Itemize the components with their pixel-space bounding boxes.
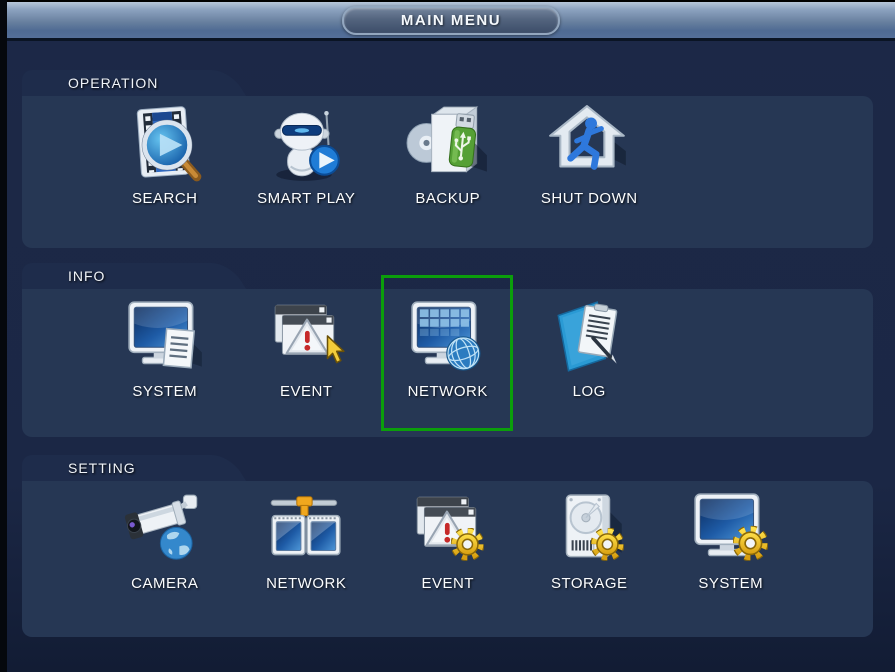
menu-item-label: SHUT DOWN [540,190,638,207]
menu-item-camera[interactable]: CAMERA [94,487,236,592]
menu-item-label: SMART PLAY [257,190,356,207]
menu-item-system-setting[interactable]: SYSTEM [660,487,802,592]
system-setting-icon [688,487,774,573]
menu-item-network-setting[interactable]: NETWORK [236,487,378,592]
menu-item-label: LOG [572,383,606,400]
menu-item-label: SEARCH [131,190,198,207]
menu-item-label: NETWORK [266,575,347,592]
menu-item-search[interactable]: SEARCH [94,102,236,207]
menu-item-system-info[interactable]: SYSTEM [94,295,236,400]
menu-item-label: EVENT [421,575,474,592]
page-title: MAIN MENU [400,12,502,29]
menu-item-label: NETWORK [407,383,488,400]
log-icon [546,295,632,381]
title-bar: MAIN MENU [7,2,895,41]
section-operation-panel: SEARCH SMART PLAY BACKUP SHUT DOWN [22,96,873,248]
section-label: OPERATION [68,75,159,91]
section-operation-tab: OPERATION [22,70,210,96]
menu-item-label: STORAGE [550,575,628,592]
screen-left-edge [0,0,7,672]
network-setting-icon [263,487,349,573]
section-setting-panel: CAMERA NETWORK EVENT STORAGE SYSTEM [22,481,873,637]
menu-item-event-info[interactable]: EVENT [236,295,378,400]
menu-item-label: BACKUP [415,190,481,207]
menu-item-log[interactable]: LOG [519,295,661,400]
camera-icon [122,487,208,573]
main-menu-title-pill: MAIN MENU [342,6,560,35]
menu-item-storage[interactable]: STORAGE [519,487,661,592]
menu-item-smart-play[interactable]: SMART PLAY [236,102,378,207]
menu-item-label: SYSTEM [132,383,198,400]
shutdown-icon [546,102,632,188]
section-label: SETTING [68,460,136,476]
storage-icon [546,487,632,573]
section-label: INFO [68,268,106,284]
section-info-tab: INFO [22,263,210,289]
section-info-panel: SYSTEM EVENT NETWORK LOG [22,275,873,437]
search-icon [122,102,208,188]
backup-icon [405,102,491,188]
menu-item-label: SYSTEM [698,575,764,592]
system-info-icon [122,295,208,381]
menu-item-event-setting[interactable]: EVENT [377,487,519,592]
menu-item-shut-down[interactable]: SHUT DOWN [519,102,661,207]
event-info-icon [263,295,349,381]
section-setting-tab: SETTING [22,455,210,481]
section-info: INFO SYSTEM EVENT NETWORK LOG [22,263,873,437]
menu-item-network-info[interactable]: NETWORK [377,275,519,431]
smart-play-icon [263,102,349,188]
menu-item-backup[interactable]: BACKUP [377,102,519,207]
section-setting: SETTING CAMERA NETWORK EVENT STORAGE SYS… [22,455,873,637]
menu-item-label: CAMERA [131,575,199,592]
menu-item-label: EVENT [279,383,333,400]
section-operation: OPERATION SEARCH SMART PLAY BACKUP SHUT … [22,70,873,248]
event-setting-icon [405,487,491,573]
network-info-icon [405,295,491,381]
